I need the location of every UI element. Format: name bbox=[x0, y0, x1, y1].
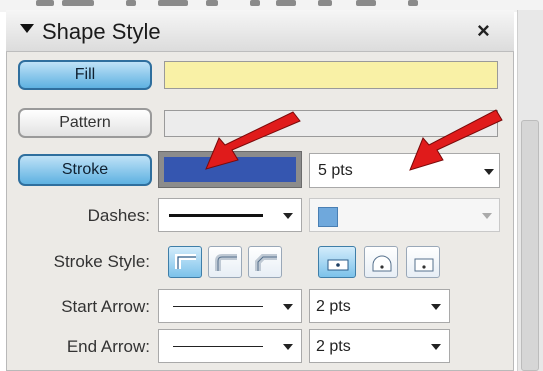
annotation-arrow-icon bbox=[205, 111, 301, 170]
annotation-arrows bbox=[205, 109, 503, 171]
annotation-arrow-icon bbox=[409, 109, 503, 171]
